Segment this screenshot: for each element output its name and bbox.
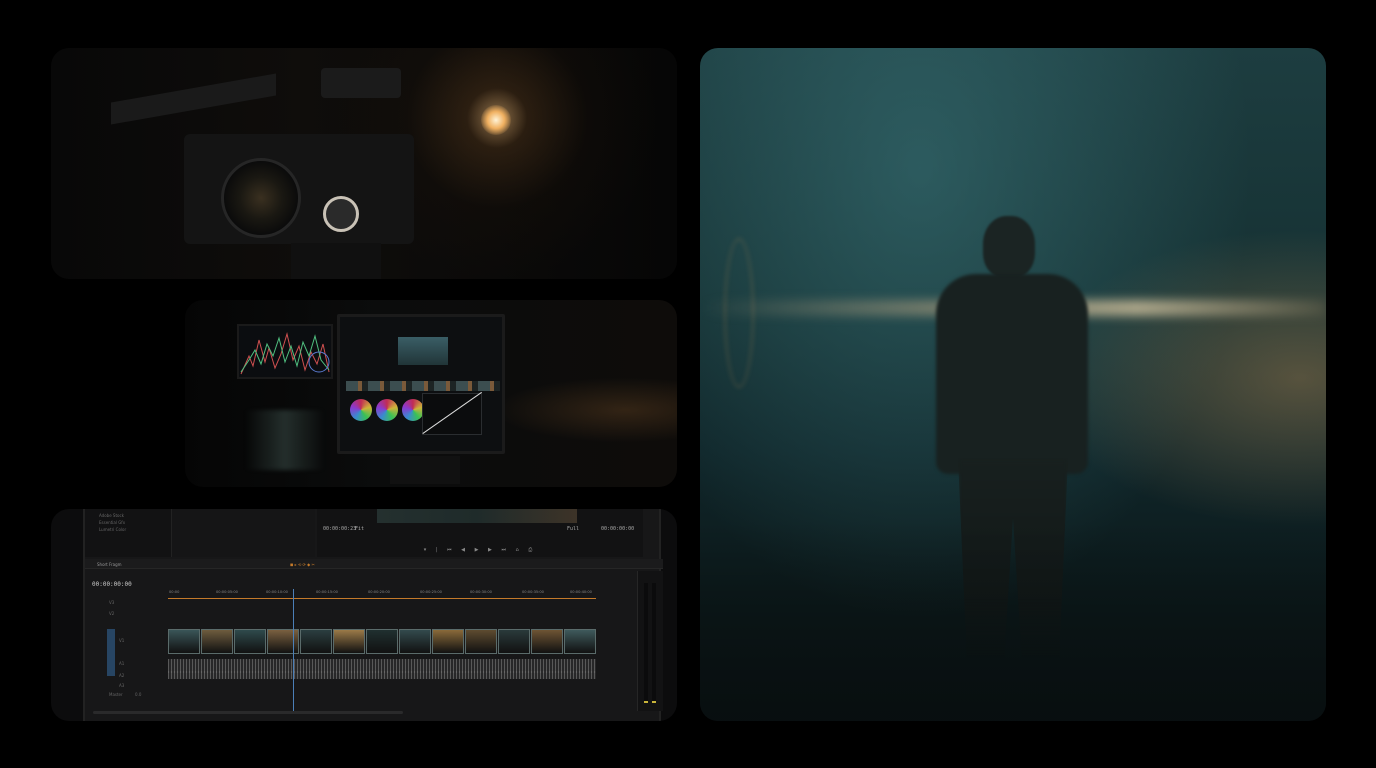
tripod-head (291, 243, 381, 279)
grading-monitor (337, 314, 505, 454)
viewer-frame (398, 337, 448, 365)
camera-photo-panel (51, 48, 677, 279)
hero-photo-panel (700, 48, 1326, 721)
fit-dropdown[interactable]: Fit (355, 526, 364, 532)
clip-thumbnail-strip (346, 381, 500, 391)
timeline-clip[interactable] (168, 629, 200, 654)
ruler-tick: 00:00:30:00 (470, 590, 492, 594)
scope-monitor (237, 324, 333, 379)
effects-sidebar: Adobe Stock Essential Gfx Lumetri Color (85, 509, 171, 557)
silhouette-torso (936, 274, 1088, 474)
timeline-clip[interactable] (267, 629, 299, 654)
meter-level (652, 701, 656, 703)
camera-lens (221, 158, 301, 238)
gain-color-wheel-icon (402, 399, 424, 421)
camera-handle (321, 68, 401, 98)
ruler-tick: 00:00:40:00 (570, 590, 592, 594)
ruler-tick: 00:00:35:00 (522, 590, 544, 594)
sidebar-item[interactable]: Lumetri Color (85, 526, 171, 533)
timeline-ruler[interactable]: 00:00 00:00:05:00 00:00:10:00 00:00:15:0… (168, 589, 596, 599)
editor-screenshot-panel: Adobe Stock Essential Gfx Lumetri Color … (51, 509, 677, 721)
track-header-v2[interactable]: V2 (85, 611, 167, 622)
curves-graph (422, 393, 482, 435)
timeline-clip[interactable] (366, 629, 398, 654)
meter-level (644, 701, 648, 703)
playhead[interactable] (293, 589, 294, 711)
ruler-tick: 00:00 (169, 590, 180, 594)
lift-color-wheel-icon (350, 399, 372, 421)
timeline-clip[interactable] (465, 629, 497, 654)
audio-meters (637, 571, 663, 711)
program-timecode: 00:00:00:23 (323, 526, 357, 532)
track-header-v3[interactable]: V3 (85, 600, 167, 611)
ruler-tick: 00:00:10:00 (266, 590, 288, 594)
matte-box (111, 73, 276, 125)
duration-timecode: 00:00:00:00 (601, 526, 635, 532)
source-monitor (171, 509, 315, 557)
sequence-timecode: 00:00:00:00 (92, 581, 132, 588)
timeline-clip[interactable] (498, 629, 530, 654)
timeline-clip[interactable] (333, 629, 365, 654)
editor-window: Adobe Stock Essential Gfx Lumetri Color … (83, 509, 663, 721)
desk-reflection (245, 410, 325, 470)
meter-right (652, 583, 656, 703)
master-track-value[interactable]: 0.0 (85, 692, 167, 703)
timeline-clip[interactable] (399, 629, 431, 654)
follow-focus-wheel (323, 196, 359, 232)
waveform-scope-icon (240, 332, 330, 375)
meter-left (644, 583, 648, 703)
gamma-color-wheel-icon (376, 399, 398, 421)
tab-sequence[interactable]: Short Fragm (97, 562, 122, 567)
grading-photo-panel (185, 300, 677, 487)
video-track-v1[interactable] (168, 629, 596, 654)
ruler-tick: 00:00:20:00 (368, 590, 390, 594)
studio-lamp (481, 105, 511, 135)
timeline-clip[interactable] (201, 629, 233, 654)
ground-fog (700, 521, 1326, 721)
timeline-clip[interactable] (564, 629, 596, 654)
timeline-clip[interactable] (300, 629, 332, 654)
ruler-tick: 00:00:25:00 (420, 590, 442, 594)
timeline-scrollbar[interactable] (93, 711, 403, 714)
timeline-tools[interactable]: ◼ ▸ ⟲ ⟳ ◆ ✂ (290, 562, 315, 567)
timeline-tab-bar: Short Fragm ◼ ▸ ⟲ ⟳ ◆ ✂ (85, 559, 663, 569)
track-header-v1[interactable]: V1 (85, 638, 167, 649)
audio-track-a2[interactable] (168, 671, 596, 679)
track-header-a1[interactable]: A1 (85, 661, 167, 672)
timeline-clip[interactable] (531, 629, 563, 654)
transport-controls[interactable]: ▾ | ⏮ ◀ ▶ ▶ ⏭ ⌂ ⎙ (317, 547, 643, 557)
timeline-clip[interactable] (234, 629, 266, 654)
ruler-tick: 00:00:15:00 (316, 590, 338, 594)
sidebar-item[interactable]: Essential Gfx (85, 519, 171, 526)
program-preview (377, 509, 577, 523)
monitor-stand (390, 456, 460, 484)
silhouette-head (983, 216, 1035, 278)
full-dropdown[interactable]: Full (567, 526, 579, 532)
timeline-clip[interactable] (432, 629, 464, 654)
sidebar-item[interactable]: Adobe Stock (85, 512, 171, 519)
ruler-tick: 00:00:05:00 (216, 590, 238, 594)
